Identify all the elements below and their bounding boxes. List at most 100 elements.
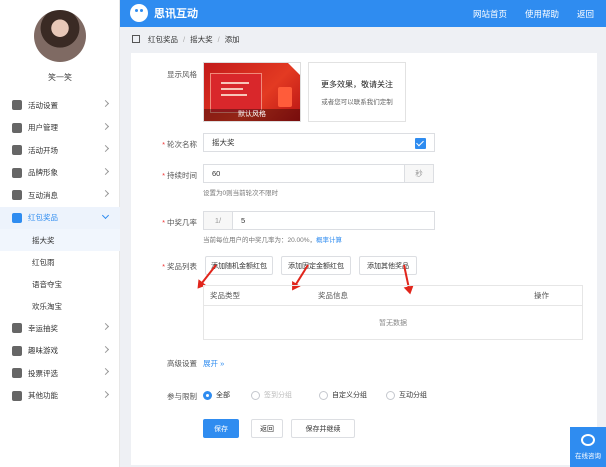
gift-icon: [278, 87, 292, 107]
sidebar-item-interactive-messages[interactable]: 互动消息: [0, 184, 120, 207]
sidebar-item-voting[interactable]: 投票评选: [0, 362, 120, 385]
more-styles-title: 更多效果，敬请关注: [321, 80, 393, 89]
rounds-name-value: 摇大奖: [212, 138, 235, 147]
sliders-icon: [12, 100, 22, 111]
required-mark: *: [162, 218, 165, 227]
message-icon: [12, 190, 22, 201]
add-other-prize-button[interactable]: 添加其他奖品: [359, 256, 417, 275]
radio-icon: [203, 390, 212, 400]
chevron-down-icon: [101, 211, 110, 219]
sidebar-subitem-red-packet-rain[interactable]: 红包雨: [0, 251, 120, 273]
column-header: 奖品类型: [210, 291, 240, 300]
duration-unit: 秒: [404, 164, 434, 183]
radio-label: 全部: [216, 392, 230, 399]
radio-label: 自定义分组: [332, 392, 367, 399]
style-label: 显示风格: [167, 70, 197, 79]
sidebar-item-label: 互动消息: [28, 190, 58, 200]
sidebar-item-label: 幸运抽奖: [28, 323, 58, 333]
rate-input[interactable]: 5: [232, 211, 435, 230]
star-icon: [12, 368, 22, 379]
save-button[interactable]: 保存: [203, 419, 239, 438]
back-button[interactable]: 返回: [251, 419, 283, 438]
breadcrumb: 红包奖品 / 摇大奖 / 添加: [120, 27, 606, 51]
user-icon: [12, 122, 22, 133]
sidebar-item-label: 用户管理: [28, 123, 58, 133]
breadcrumb-item[interactable]: 红包奖品: [148, 34, 178, 45]
top-nav: 网站首页 使用帮助 返回: [473, 8, 594, 20]
rounds-checkbox[interactable]: [415, 138, 426, 149]
advanced-expand-link[interactable]: 展开 »: [203, 358, 224, 369]
sidebar-item-activity-settings[interactable]: 活动设置: [0, 94, 120, 117]
column-header: 操作: [534, 291, 549, 300]
chevron-right-icon: [101, 345, 110, 353]
nav-help-link[interactable]: 使用帮助: [525, 8, 559, 20]
limit-option-custom-group[interactable]: 自定义分组: [319, 390, 367, 400]
advanced-expand-text: 展开: [203, 359, 218, 368]
rate-hint: 当前每位用户的中奖几率为：20.00%，概率计算: [203, 234, 342, 244]
online-consult-button[interactable]: 在线咨询: [570, 427, 606, 467]
brand-logo[interactable]: 思讯互动: [130, 4, 198, 22]
check-badge-icon: [288, 63, 300, 75]
sidebar-item-user-management[interactable]: 用户管理: [0, 117, 120, 140]
grid-icon: [12, 323, 22, 334]
duration-label-text: 持续时间: [167, 171, 197, 180]
style-option-default[interactable]: 默认风格: [203, 62, 301, 122]
probability-calc-link[interactable]: 概率计算: [316, 237, 342, 244]
more-styles-subtitle: 或者您可以联系我们定制: [321, 99, 393, 106]
rounds-name-input[interactable]: 摇大奖: [203, 133, 435, 152]
chevron-right-icon: [101, 167, 110, 175]
brand-name: 思讯互动: [154, 8, 198, 20]
online-consult-label: 在线咨询: [575, 453, 601, 460]
game-icon: [12, 345, 22, 356]
breadcrumb-item[interactable]: 摇大奖: [190, 34, 213, 45]
duration-input[interactable]: 60: [203, 164, 405, 183]
page-icon: [132, 35, 140, 43]
sidebar-item-red-packet-prizes[interactable]: 红包奖品: [0, 206, 120, 229]
sidebar-item-activity-opening[interactable]: 活动开场: [0, 139, 120, 162]
sidebar-item-brand-image[interactable]: 品牌形象: [0, 162, 120, 185]
duration-value: 60: [212, 169, 221, 178]
double-chevron-icon: »: [220, 359, 225, 368]
radio-label: 签到分组: [264, 392, 292, 399]
sidebar-item-label: 红包奖品: [28, 213, 58, 223]
radio-icon: [319, 390, 328, 400]
limit-label: 参与限制: [167, 392, 197, 401]
required-mark: *: [162, 262, 165, 271]
sidebar-subitem-shake-prize[interactable]: 摇大奖: [0, 229, 120, 251]
save-and-continue-button[interactable]: 保存并继续: [291, 419, 355, 438]
chevron-right-icon: [101, 99, 110, 108]
prize-table: 奖品类型 奖品信息 操作 暂无数据: [203, 285, 583, 340]
sidebar-menu: 活动设置 用户管理 活动开场 品牌形象 互动消息 红包奖品 摇大奖 红包雨 语音…: [0, 94, 120, 407]
duration-label: * 持续时间: [131, 170, 197, 181]
radio-icon: [251, 390, 260, 400]
sidebar-subitem-happy-taobao[interactable]: 欢乐淘宝: [0, 295, 120, 317]
nav-home-link[interactable]: 网站首页: [473, 8, 507, 20]
radio-label: 互动分组: [399, 392, 427, 399]
preview-line: [221, 88, 243, 90]
sidebar-item-other-functions[interactable]: 其他功能: [0, 385, 120, 408]
preview-line: [221, 82, 249, 84]
required-mark: *: [162, 171, 165, 180]
limit-option-interactive-group[interactable]: 互动分组: [386, 390, 427, 400]
username: 笑一笑: [48, 73, 72, 82]
brand-logo-icon: [130, 4, 148, 22]
form-panel: 显示风格 默认风格 更多效果，敬请关注 或者您可以联系我们定制 * 轮次名称 摇大…: [131, 53, 597, 465]
sidebar-item-label: 投票评选: [28, 368, 58, 378]
rate-value: 5: [241, 216, 246, 225]
radio-icon: [386, 390, 395, 400]
rounds-label: * 轮次名称: [131, 139, 197, 150]
breadcrumb-separator: /: [183, 34, 186, 44]
add-fixed-red-packet-button[interactable]: 添加固定金额红包: [281, 256, 351, 275]
limit-option-all[interactable]: 全部: [203, 390, 230, 400]
advanced-label: 高级设置: [167, 359, 197, 368]
rate-prefix: 1/: [203, 211, 233, 230]
limit-option-signin-group: 签到分组: [251, 390, 292, 400]
chevron-right-icon: [101, 322, 110, 331]
sidebar-item-lucky-draw[interactable]: 幸运抽奖: [0, 317, 120, 340]
sidebar-subitem-voice-treasure[interactable]: 语音夺宝: [0, 273, 120, 295]
sidebar-item-fun-games[interactable]: 趣味游戏: [0, 340, 120, 363]
avatar[interactable]: [34, 10, 86, 62]
rate-label-text: 中奖几率: [167, 218, 197, 227]
style-option-more[interactable]: 更多效果，敬请关注 或者您可以联系我们定制: [308, 62, 406, 122]
nav-back-link[interactable]: 返回: [577, 8, 594, 20]
